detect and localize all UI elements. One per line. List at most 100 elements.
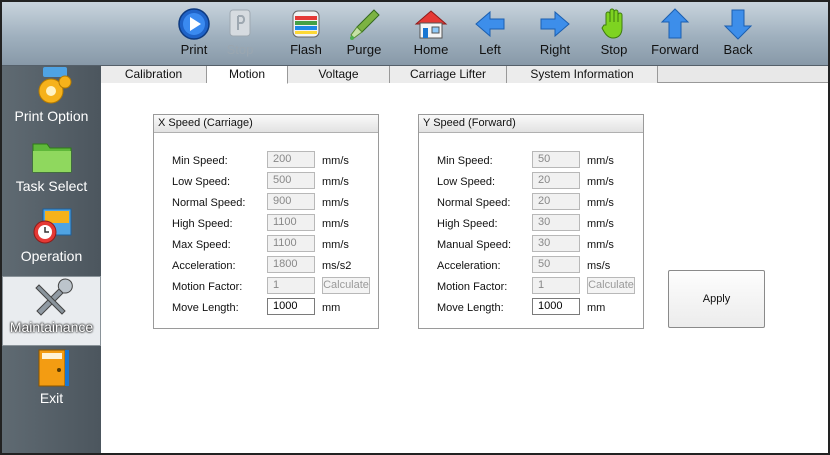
unit-label: mm/s <box>587 218 614 230</box>
y-high-speed-field[interactable]: 30 <box>532 214 580 231</box>
unit-label: mm/s <box>587 176 614 188</box>
field-label: Move Length: <box>172 302 239 314</box>
tab-system-information[interactable]: System Information <box>507 66 658 83</box>
field-label: Min Speed: <box>172 155 228 167</box>
arrow-left-icon <box>475 10 505 38</box>
home-button[interactable]: Home <box>403 4 459 64</box>
unit-label: ms/s2 <box>322 260 352 272</box>
x-move-length-field[interactable]: 1000 <box>267 298 315 315</box>
unit-label: mm/s <box>322 155 349 167</box>
y-motion-factor-field[interactable]: 1 <box>532 277 580 294</box>
y-acceleration-field[interactable]: 50 <box>532 256 580 273</box>
y-move-length-field[interactable]: 1000 <box>532 298 580 315</box>
x-motion-factor-field[interactable]: 1 <box>267 277 315 294</box>
field-label: Low Speed: <box>172 176 231 188</box>
x-calculate-button[interactable]: Calculate <box>322 277 370 294</box>
field-label: High Speed: <box>172 218 233 230</box>
x-high-speed-row: High Speed: 1100 mm/s <box>154 214 380 233</box>
unit-label: mm/s <box>587 197 614 209</box>
purge-button[interactable]: Purge <box>336 4 392 64</box>
x-low-speed-row: Low Speed: 500 mm/s <box>154 172 380 191</box>
y-normal-speed-field[interactable]: 20 <box>532 193 580 210</box>
y-low-speed-row: Low Speed: 20 mm/s <box>419 172 645 191</box>
unit-label: mm/s <box>322 218 349 230</box>
flash-icon <box>292 10 320 38</box>
arrow-right-icon <box>540 10 570 38</box>
x-max-speed-field[interactable]: 1100 <box>267 235 315 252</box>
unit-label: mm <box>322 302 341 314</box>
y-high-speed-row: High Speed: 30 mm/s <box>419 214 645 233</box>
left-button[interactable]: Left <box>462 4 518 64</box>
right-button[interactable]: Right <box>527 4 583 64</box>
home-icon <box>414 10 448 39</box>
motion-panel: X Speed (Carriage) Min Speed: 200 mm/s L… <box>101 84 828 453</box>
unit-label: mm <box>587 302 606 314</box>
stop-button-disabled[interactable]: Stop <box>212 4 268 64</box>
hand-stop-icon <box>601 8 623 39</box>
sidebar-item-print-option[interactable]: Print Option <box>2 66 101 136</box>
tab-motion[interactable]: Motion <box>207 66 288 84</box>
x-min-speed-row: Min Speed: 200 mm/s <box>154 151 380 170</box>
group-title: X Speed (Carriage) <box>154 115 378 133</box>
arrow-up-icon <box>660 8 690 39</box>
field-label: Motion Factor: <box>172 281 243 293</box>
tools-icon <box>34 278 73 316</box>
arrow-down-icon <box>723 9 753 40</box>
sidebar: Print Option Task Select Operation Maint… <box>2 66 101 453</box>
x-high-speed-field[interactable]: 1100 <box>267 214 315 231</box>
tab-carriage-lifter[interactable]: Carriage Lifter <box>390 66 507 83</box>
x-normal-speed-row: Normal Speed: 900 mm/s <box>154 193 380 212</box>
x-move-length-row: Move Length: 1000 mm <box>154 298 380 317</box>
sidebar-item-exit[interactable]: Exit <box>2 348 101 418</box>
tab-voltage[interactable]: Voltage <box>288 66 390 83</box>
field-label: Min Speed: <box>437 155 493 167</box>
stop-button[interactable]: Stop <box>586 4 642 64</box>
x-acceleration-field[interactable]: 1800 <box>267 256 315 273</box>
field-label: Manual Speed: <box>437 239 511 251</box>
x-acceleration-row: Acceleration: 1800 ms/s2 <box>154 256 380 275</box>
field-label: Low Speed: <box>437 176 496 188</box>
y-calculate-button[interactable]: Calculate <box>587 277 635 294</box>
back-button[interactable]: Back <box>710 4 766 64</box>
x-low-speed-field[interactable]: 500 <box>267 172 315 189</box>
field-label: Move Length: <box>437 302 504 314</box>
sidebar-item-operation[interactable]: Operation <box>2 206 101 276</box>
y-manual-speed-field[interactable]: 30 <box>532 235 580 252</box>
y-low-speed-field[interactable]: 20 <box>532 172 580 189</box>
y-min-speed-row: Min Speed: 50 mm/s <box>419 151 645 170</box>
group-title: Y Speed (Forward) <box>419 115 643 133</box>
play-icon <box>178 8 210 40</box>
field-label: High Speed: <box>437 218 498 230</box>
x-normal-speed-field[interactable]: 900 <box>267 193 315 210</box>
y-min-speed-field[interactable]: 50 <box>532 151 580 168</box>
forward-button[interactable]: Forward <box>647 4 703 64</box>
sidebar-item-task-select[interactable]: Task Select <box>2 136 101 206</box>
field-label: Max Speed: <box>172 239 231 251</box>
unit-label: mm/s <box>322 176 349 188</box>
x-min-speed-field[interactable]: 200 <box>267 151 315 168</box>
y-manual-speed-row: Manual Speed: 30 mm/s <box>419 235 645 254</box>
unit-label: mm/s <box>322 197 349 209</box>
y-move-length-row: Move Length: 1000 mm <box>419 298 645 317</box>
toolbar: Print Stop Flash Purge Home Left Right S… <box>2 2 828 66</box>
flash-button[interactable]: Flash <box>278 4 334 64</box>
field-label: Motion Factor: <box>437 281 508 293</box>
gear-icon <box>38 67 71 104</box>
y-acceleration-row: Acceleration: 50 ms/s <box>419 256 645 275</box>
y-speed-group: Y Speed (Forward) Min Speed: 50 mm/s Low… <box>418 114 644 329</box>
apply-button[interactable]: Apply <box>668 270 765 328</box>
y-normal-speed-row: Normal Speed: 20 mm/s <box>419 193 645 212</box>
unit-label: mm/s <box>322 239 349 251</box>
clock-icon <box>33 208 71 244</box>
folder-icon <box>32 143 71 173</box>
unit-label: mm/s <box>587 155 614 167</box>
x-speed-group: X Speed (Carriage) Min Speed: 200 mm/s L… <box>153 114 379 329</box>
x-motion-factor-row: Motion Factor: 1 Calculate <box>154 277 380 296</box>
field-label: Normal Speed: <box>172 197 246 209</box>
x-max-speed-row: Max Speed: 1100 mm/s <box>154 235 380 254</box>
unit-label: mm/s <box>587 239 614 251</box>
sidebar-item-maintainance[interactable]: Maintainance <box>2 276 101 346</box>
field-label: Acceleration: <box>437 260 501 272</box>
y-motion-factor-row: Motion Factor: 1 Calculate <box>419 277 645 296</box>
tab-calibration[interactable]: Calibration <box>101 66 207 83</box>
